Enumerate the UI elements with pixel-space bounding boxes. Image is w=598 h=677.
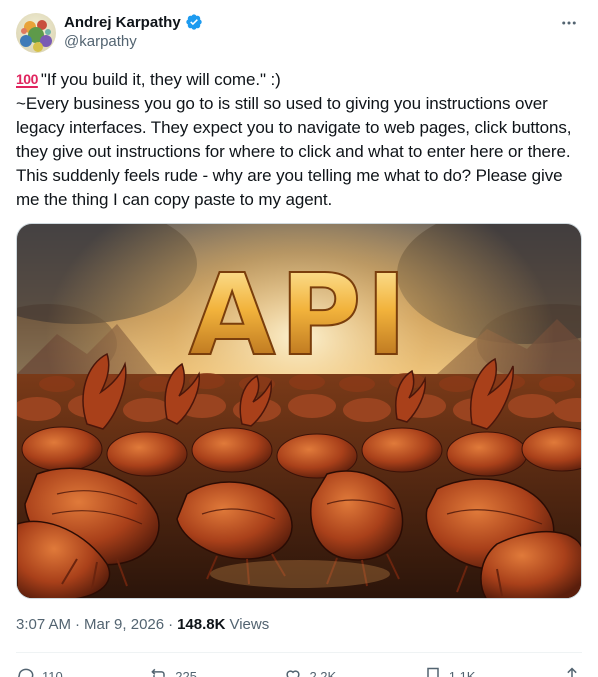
api-lobster-army-image: API xyxy=(17,224,581,598)
heart-icon xyxy=(286,670,301,677)
author-name-row: Andrej Karpathy xyxy=(64,12,203,32)
more-dots-icon xyxy=(562,21,576,25)
tweet-body: "If you build it, they will come." :) ~E… xyxy=(16,70,572,209)
tweet-media-image[interactable]: API xyxy=(16,223,582,599)
share-button[interactable] xyxy=(562,666,582,677)
like-button[interactable]: 2.2K xyxy=(283,666,336,677)
more-options-button[interactable] xyxy=(558,12,580,34)
meta-separator-2: · xyxy=(168,616,174,633)
meta-separator: · xyxy=(75,616,81,633)
bookmark-button[interactable]: 1.1K xyxy=(423,666,476,677)
tweet-text: 100 "If you build it, they will come." :)… xyxy=(16,67,576,212)
like-count: 2.2K xyxy=(309,668,337,677)
svg-text:API: API xyxy=(189,251,411,381)
avatar-image xyxy=(16,13,56,53)
hundred-points-emoji-icon: 100 xyxy=(16,71,38,87)
tweet: Andrej Karpathy @karpathy 100 "If you bui… xyxy=(0,0,598,677)
author-handle[interactable]: @karpathy xyxy=(64,33,137,50)
reply-icon xyxy=(18,668,34,677)
reply-count: 110 xyxy=(42,668,63,677)
divider xyxy=(16,652,582,653)
repost-button[interactable]: 225 xyxy=(149,666,197,677)
tweet-date[interactable]: Mar 9, 2026 xyxy=(84,616,164,633)
share-icon xyxy=(567,667,577,677)
tweet-meta: 3:07 AM · Mar 9, 2026 · 148.8K Views xyxy=(16,616,269,633)
avatar[interactable] xyxy=(16,13,56,53)
verified-badge-icon[interactable] xyxy=(185,13,203,31)
reply-button[interactable]: 110 xyxy=(16,666,63,677)
views-count: 148.8K xyxy=(177,616,226,633)
repost-count: 225 xyxy=(175,668,197,677)
tweet-time[interactable]: 3:07 AM xyxy=(16,616,71,633)
bookmark-count: 1.1K xyxy=(448,668,476,677)
tweet-actions: 110 225 2.2K 1.1K xyxy=(16,664,582,677)
author-display-name[interactable]: Andrej Karpathy xyxy=(64,14,181,31)
api-title-text: API xyxy=(188,250,411,382)
bookmark-icon xyxy=(426,667,439,677)
repost-icon xyxy=(151,668,165,677)
views-label: Views xyxy=(229,616,270,633)
